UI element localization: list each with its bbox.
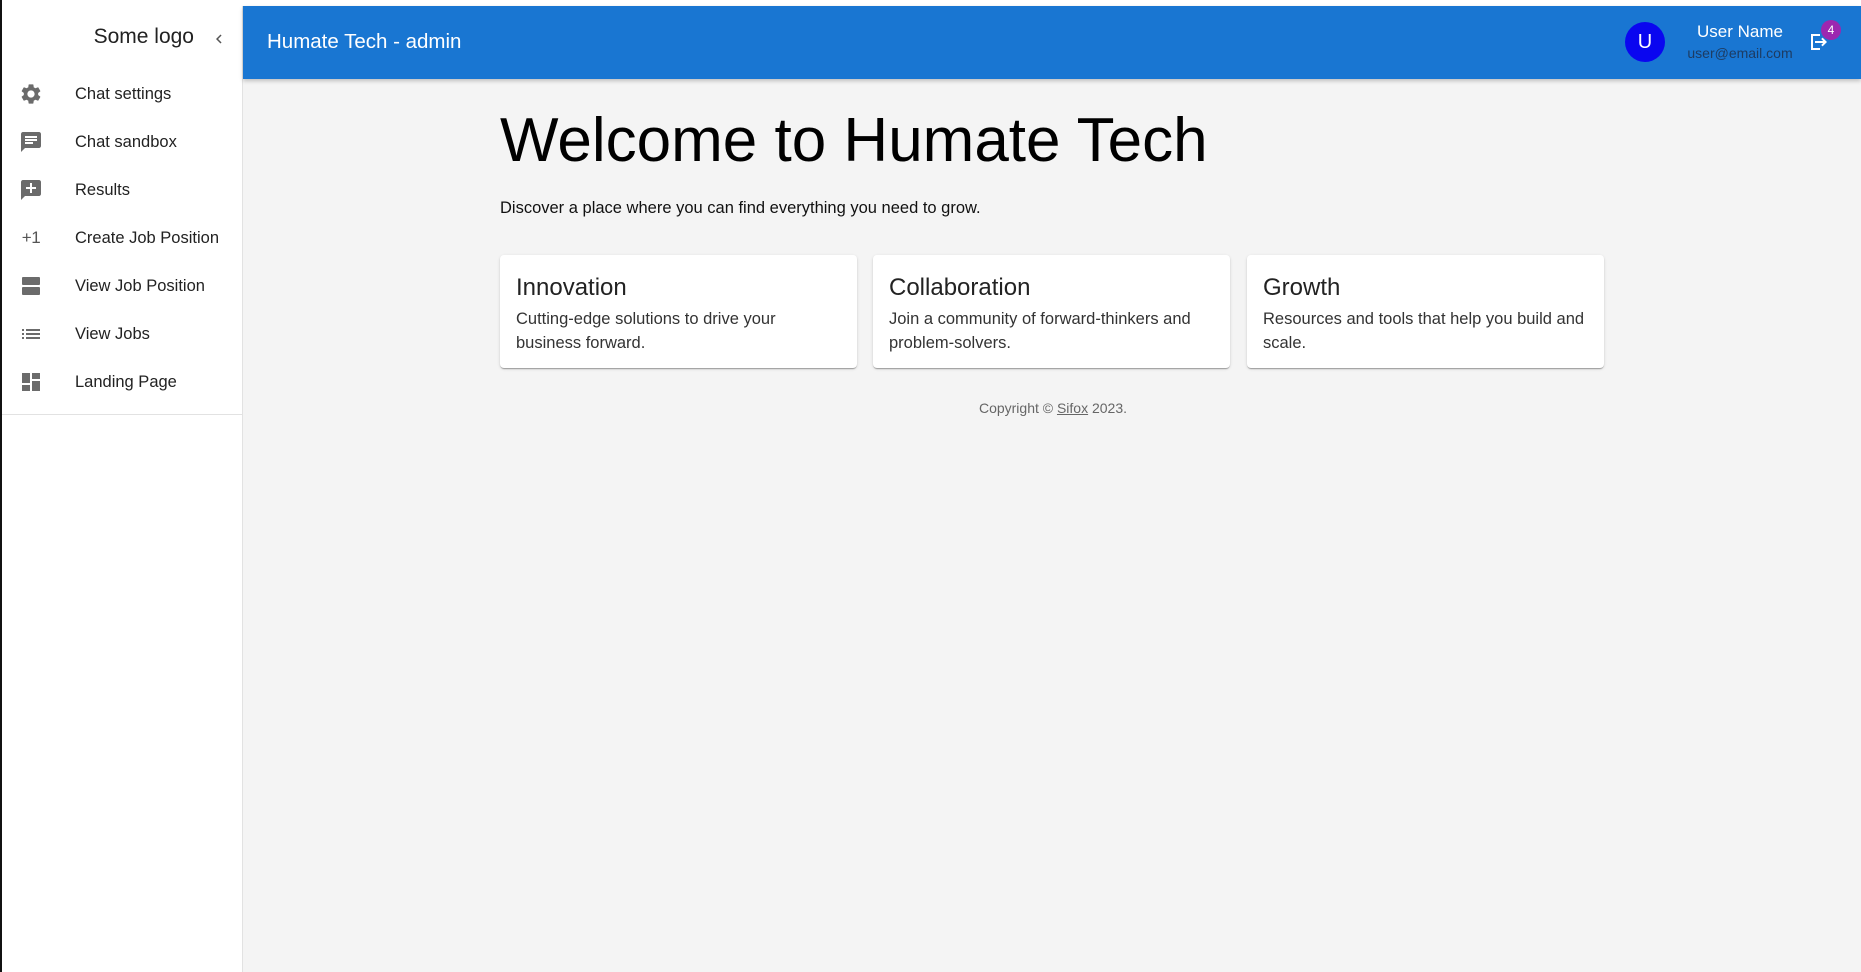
user-email: user@email.com <box>1687 45 1793 61</box>
copyright-footer: Copyright © Sifox 2023. <box>500 400 1606 416</box>
sidebar: Some logo Chat settings Chat sandbox Res… <box>2 6 243 972</box>
user-name: User Name <box>1697 22 1783 41</box>
gear-icon <box>19 82 43 106</box>
sidebar-item-label: Chat sandbox <box>75 132 177 151</box>
card-title: Collaboration <box>889 274 1031 301</box>
sidebar-item-label: Chat settings <box>75 84 172 103</box>
sidebar-item-label: Landing Page <box>75 372 177 391</box>
card-innovation: Innovation Cutting-edge solutions to dri… <box>500 255 857 368</box>
sidebar-item-view-job-position[interactable]: View Job Position <box>2 262 242 310</box>
sidebar-header: Some logo <box>2 6 242 70</box>
sifox-link[interactable]: Sifox <box>1057 400 1088 416</box>
sidebar-item-view-jobs[interactable]: View Jobs <box>2 310 242 358</box>
sidebar-item-chat-settings[interactable]: Chat settings <box>2 70 242 118</box>
dashboard-icon <box>19 370 43 394</box>
plus-one-icon: +1 <box>21 228 41 247</box>
card-collaboration: Collaboration Join a community of forwar… <box>873 255 1230 368</box>
add-comment-icon <box>19 178 43 202</box>
sidebar-item-results[interactable]: Results <box>2 166 242 214</box>
sidebar-divider <box>2 414 242 415</box>
sidebar-item-label: Results <box>75 180 131 199</box>
sidebar-item-chat-sandbox[interactable]: Chat sandbox <box>2 118 242 166</box>
sidebar-item-create-job-position[interactable]: +1 Create Job Position <box>2 214 242 262</box>
sidebar-item-label: View Jobs <box>75 324 150 343</box>
notification-badge: 4 <box>1821 20 1841 40</box>
view-agenda-icon <box>19 274 43 298</box>
app-title: Humate Tech - admin <box>267 30 462 53</box>
page-title: Welcome to Humate Tech <box>500 106 1208 175</box>
card-text: Resources and tools that help you build … <box>1263 310 1585 352</box>
sidebar-item-landing-page[interactable]: Landing Page <box>2 358 242 406</box>
chat-icon <box>19 130 43 154</box>
sidebar-nav: Chat settings Chat sandbox Results +1 Cr… <box>2 70 242 406</box>
page-subtitle: Discover a place where you can find ever… <box>500 199 981 217</box>
card-title: Innovation <box>516 274 627 301</box>
card-text: Cutting-edge solutions to drive your bus… <box>516 310 776 352</box>
sidebar-item-label: Create Job Position <box>75 228 219 247</box>
copyright-prefix: Copyright © <box>978 400 1054 416</box>
card-text: Join a community of forward-thinkers and… <box>889 310 1191 352</box>
sidebar-item-label: View Job Position <box>75 276 205 295</box>
avatar[interactable]: U <box>1625 22 1665 62</box>
chevron-left-icon[interactable] <box>210 30 228 48</box>
app-bar: Humate Tech - admin U User Name user@ema… <box>243 6 1861 79</box>
card-title: Growth <box>1263 274 1341 301</box>
copyright-year: 2023. <box>1091 400 1128 416</box>
card-growth: Growth Resources and tools that help you… <box>1247 255 1604 368</box>
list-icon <box>19 322 43 346</box>
feature-cards: Innovation Cutting-edge solutions to dri… <box>500 255 1606 368</box>
logo: Some logo <box>93 25 194 48</box>
